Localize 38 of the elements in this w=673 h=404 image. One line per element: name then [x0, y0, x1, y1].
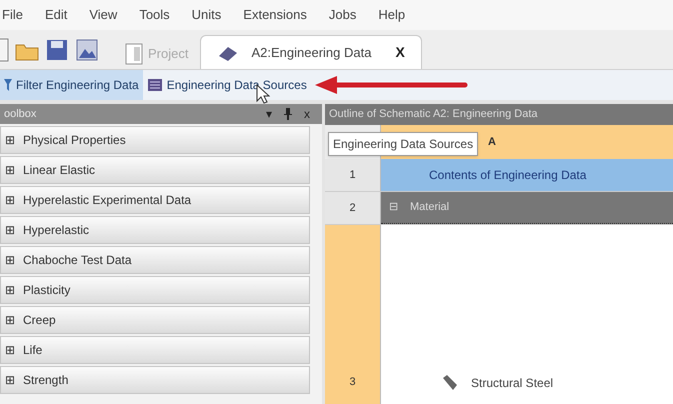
menu-item[interactable]: Tools	[139, 5, 170, 25]
menu-item[interactable]: Edit	[44, 5, 68, 25]
menu-item[interactable]: Units	[192, 5, 222, 25]
toolbox-item[interactable]: ⊞ Chaboche Test Data	[0, 246, 310, 274]
panel-title: oolbox	[4, 106, 36, 122]
close-tab-button[interactable]: X	[395, 42, 405, 63]
row-number: 3	[325, 225, 381, 404]
menu-item[interactable]: Jobs	[328, 5, 356, 25]
table-cell-text: Structural Steel	[471, 375, 554, 392]
toolbox-item[interactable]: ⊞ Strength	[0, 366, 310, 394]
panel-title: Outline of Schematic A2: Engineering Data	[329, 107, 538, 122]
menu-item[interactable]: View	[89, 5, 118, 25]
toolbox-item[interactable]: ⊞ Plasticity	[0, 276, 310, 304]
toolbar-button[interactable]: Filter Engineering Data	[0, 70, 143, 100]
menu-item[interactable]: Help	[378, 5, 406, 25]
toolbox-item[interactable]: ⊞ Linear Elastic	[0, 156, 310, 184]
row-number: 1	[325, 159, 381, 191]
tab[interactable]: A2:Engineering Data X	[200, 35, 422, 69]
pin-icon[interactable]	[284, 108, 292, 120]
tooltip: Engineering Data Sources	[328, 132, 478, 156]
menu-item[interactable]: File	[2, 5, 23, 25]
menu-item[interactable]: Extensions	[243, 5, 307, 25]
toolbox-item[interactable]: ⊞ Hyperelastic Experimental Data	[0, 186, 310, 214]
page-icon	[124, 43, 144, 65]
tag-icon	[441, 374, 459, 392]
image-icon[interactable]	[74, 36, 100, 62]
row-number: 2	[325, 192, 381, 224]
toolbox-item[interactable]: ⊞ Hyperelastic	[0, 216, 310, 244]
table-cell: ⊟ Material	[381, 192, 673, 224]
table-cell: Contents of Engineering Data	[381, 159, 673, 191]
toolbox-item[interactable]: ⊞ Creep	[0, 306, 310, 334]
filter-icon	[4, 79, 12, 91]
database-icon	[146, 78, 163, 92]
new-file-icon[interactable]	[0, 36, 10, 62]
toolbox-item[interactable]: ⊞ Life	[0, 336, 310, 364]
dropdown-button[interactable]: ▾	[266, 105, 272, 123]
toolbox-item[interactable]: ⊞ Physical Properties	[0, 126, 310, 154]
close-button[interactable]: x	[304, 105, 310, 123]
